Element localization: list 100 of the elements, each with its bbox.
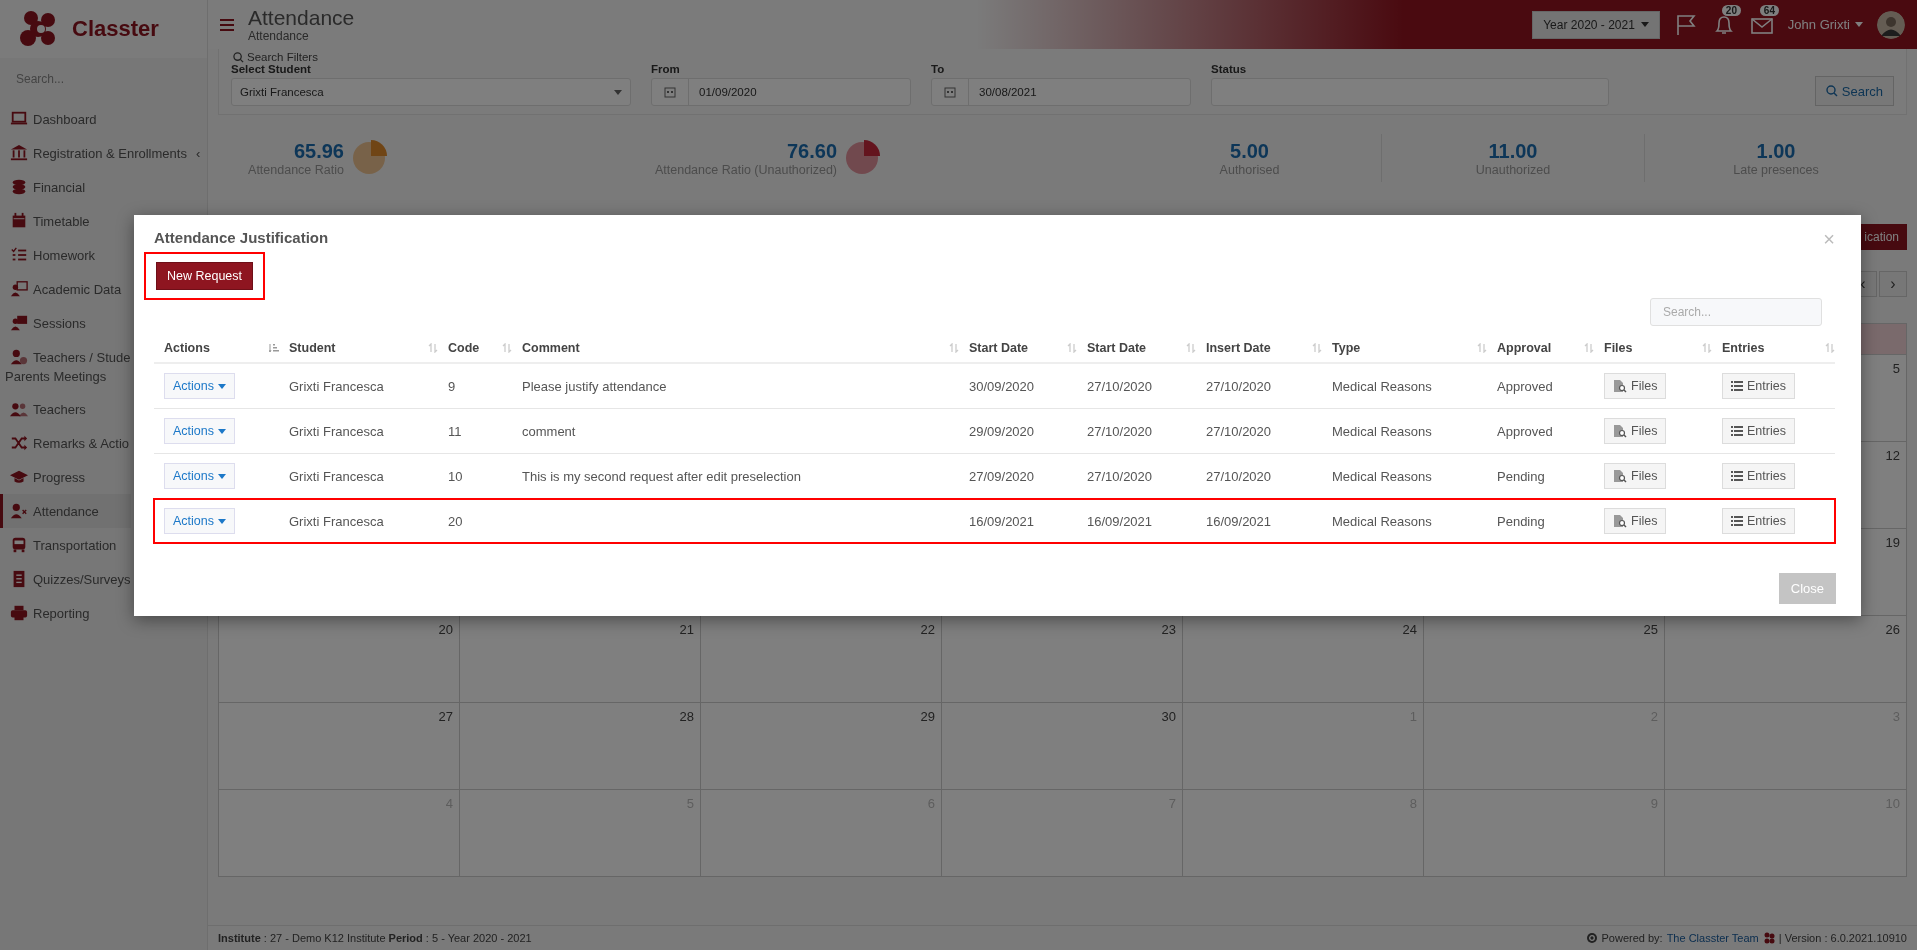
sidebar-item[interactable]: Progress bbox=[0, 460, 131, 494]
column-header[interactable]: Student bbox=[289, 341, 336, 355]
sort-icon[interactable] bbox=[1702, 343, 1712, 353]
file-search-icon bbox=[1613, 469, 1627, 483]
day-number[interactable]: 25 bbox=[1643, 622, 1658, 637]
table-cell: comment bbox=[522, 423, 576, 439]
day-number[interactable]: 21 bbox=[679, 622, 694, 637]
sidebar-item[interactable]: Financial bbox=[0, 170, 131, 204]
column-header[interactable]: Files bbox=[1604, 341, 1633, 355]
table-cell: 16/09/2021 bbox=[1206, 513, 1272, 529]
actions-button[interactable]: Actions bbox=[164, 373, 235, 399]
sidebar-item[interactable]: Remarks & Actio bbox=[0, 426, 134, 460]
column-header[interactable]: Actions bbox=[164, 341, 210, 355]
day-number[interactable]: 19 bbox=[1885, 535, 1900, 550]
actions-button[interactable]: Actions bbox=[164, 463, 235, 489]
entries-button[interactable]: Entries bbox=[1722, 508, 1795, 534]
sort-icon[interactable] bbox=[1825, 343, 1835, 353]
entries-button[interactable]: Entries bbox=[1722, 418, 1795, 444]
files-button[interactable]: Files bbox=[1604, 418, 1667, 444]
version-text: | Version : 6.0.2021.10910 bbox=[1778, 932, 1907, 944]
entries-button[interactable]: Entries bbox=[1722, 373, 1795, 399]
column-header[interactable]: Entries bbox=[1722, 341, 1765, 355]
next-button[interactable]: › bbox=[1879, 271, 1907, 297]
day-number[interactable]: 30 bbox=[1161, 709, 1176, 724]
search-button[interactable]: Search bbox=[1814, 76, 1894, 106]
search-field[interactable]: Search... bbox=[1650, 298, 1822, 326]
sidebar-item[interactable]: Dashboard bbox=[0, 102, 131, 136]
user-menu[interactable]: John Grixti bbox=[1787, 17, 1863, 32]
avatar-icon[interactable] bbox=[1877, 10, 1905, 39]
actions-button[interactable]: Actions bbox=[164, 508, 235, 534]
date-field[interactable]: 30/08/2021 bbox=[931, 78, 1191, 106]
field-label: From bbox=[651, 63, 681, 75]
sidebar-item[interactable]: Teachers bbox=[0, 392, 131, 426]
sidebar-item[interactable]: Attendance bbox=[0, 494, 131, 528]
sidebar-item[interactable]: Reporting bbox=[0, 596, 131, 630]
sort-icon[interactable] bbox=[1067, 343, 1077, 353]
search-filters-title[interactable]: Search Filters bbox=[233, 51, 1894, 63]
sort-icon[interactable] bbox=[1312, 343, 1322, 353]
sidebar-item[interactable]: Timetable bbox=[0, 204, 131, 238]
caret-icon bbox=[218, 473, 226, 479]
table-cell: 27/10/2020 bbox=[1087, 423, 1153, 439]
message-badge: 64 bbox=[1759, 4, 1779, 16]
team-link[interactable]: The Classter Team bbox=[1666, 932, 1759, 944]
day-number[interactable]: 22 bbox=[920, 622, 935, 637]
institute-info: Institute : 27 - Demo K12 Institute Period : 5 - Year 2020 - 2021 bbox=[218, 932, 532, 944]
actions-button[interactable]: Actions bbox=[164, 418, 235, 444]
sort-icon[interactable] bbox=[1477, 343, 1487, 353]
day-number[interactable]: 27 bbox=[438, 709, 453, 724]
year-select[interactable]: Year 2020 - 2021 bbox=[1532, 10, 1660, 39]
logo-icon bbox=[1762, 932, 1775, 944]
day-number[interactable]: 24 bbox=[1402, 622, 1417, 637]
table-cell: Grixti Francesca bbox=[289, 513, 384, 529]
sort-icon[interactable] bbox=[428, 343, 438, 353]
table-cell: Approved bbox=[1497, 423, 1553, 439]
sort-icon[interactable] bbox=[949, 343, 959, 353]
column-header[interactable]: Comment bbox=[522, 341, 580, 355]
sidebar-item[interactable]: Registration & Enrollments ‹ bbox=[0, 136, 205, 170]
column-header[interactable]: Start Date bbox=[1087, 341, 1147, 355]
column-header[interactable]: Start Date bbox=[969, 341, 1029, 355]
column-header[interactable]: Code bbox=[448, 341, 480, 355]
calendar-icon bbox=[10, 212, 28, 230]
list-icon bbox=[1731, 381, 1743, 391]
file-search-icon bbox=[1613, 514, 1627, 528]
day-number[interactable]: 23 bbox=[1161, 622, 1176, 637]
caret-icon bbox=[218, 383, 226, 389]
day-number[interactable]: 20 bbox=[438, 622, 453, 637]
student-select[interactable]: Grixti Francesca bbox=[231, 78, 631, 106]
column-header[interactable]: Approval bbox=[1497, 341, 1552, 355]
files-button[interactable]: Files bbox=[1604, 508, 1667, 534]
sort-icon[interactable] bbox=[1584, 343, 1594, 353]
column-header[interactable]: Type bbox=[1332, 341, 1361, 355]
shuffle-icon bbox=[10, 434, 28, 452]
day-number[interactable]: 5 bbox=[1892, 361, 1900, 376]
menu-icon[interactable] bbox=[220, 18, 234, 31]
table-cell: 27/10/2020 bbox=[1087, 468, 1153, 484]
sidebar-item[interactable]: Quizzes/Surveys bbox=[0, 562, 135, 596]
table-cell: Medical Reasons bbox=[1332, 378, 1432, 394]
table-cell: Medical Reasons bbox=[1332, 513, 1432, 529]
day-number[interactable]: 12 bbox=[1885, 448, 1900, 463]
table-cell: Grixti Francesca bbox=[289, 468, 384, 484]
day-number[interactable]: 29 bbox=[920, 709, 935, 724]
sort-icon[interactable] bbox=[502, 343, 512, 353]
calendar-icon bbox=[664, 86, 676, 98]
new-request-button[interactable]: New Request bbox=[156, 262, 254, 290]
sidebar-item[interactable]: Sessions bbox=[0, 306, 131, 340]
date-field[interactable]: 01/09/2020 bbox=[651, 78, 911, 106]
sidebar-item[interactable]: Teachers / Stude Parents Meetings bbox=[0, 340, 135, 392]
breadcrumb: Attendance bbox=[248, 28, 310, 43]
table-cell: 9 bbox=[448, 378, 456, 394]
sidebar-item[interactable]: Homework bbox=[0, 238, 131, 272]
day-number[interactable]: 26 bbox=[1885, 622, 1900, 637]
sidebar-item[interactable]: Transportation bbox=[0, 528, 131, 562]
sort-icon[interactable] bbox=[1186, 343, 1196, 353]
column-header[interactable]: Insert Date bbox=[1206, 341, 1271, 355]
files-button[interactable]: Files bbox=[1604, 463, 1667, 489]
entries-button[interactable]: Entries bbox=[1722, 463, 1795, 489]
sidebar-item[interactable]: Academic Data bbox=[0, 272, 131, 306]
files-button[interactable]: Files bbox=[1604, 373, 1667, 399]
day-number[interactable]: 28 bbox=[679, 709, 694, 724]
sort-ascending-icon[interactable] bbox=[269, 343, 279, 353]
